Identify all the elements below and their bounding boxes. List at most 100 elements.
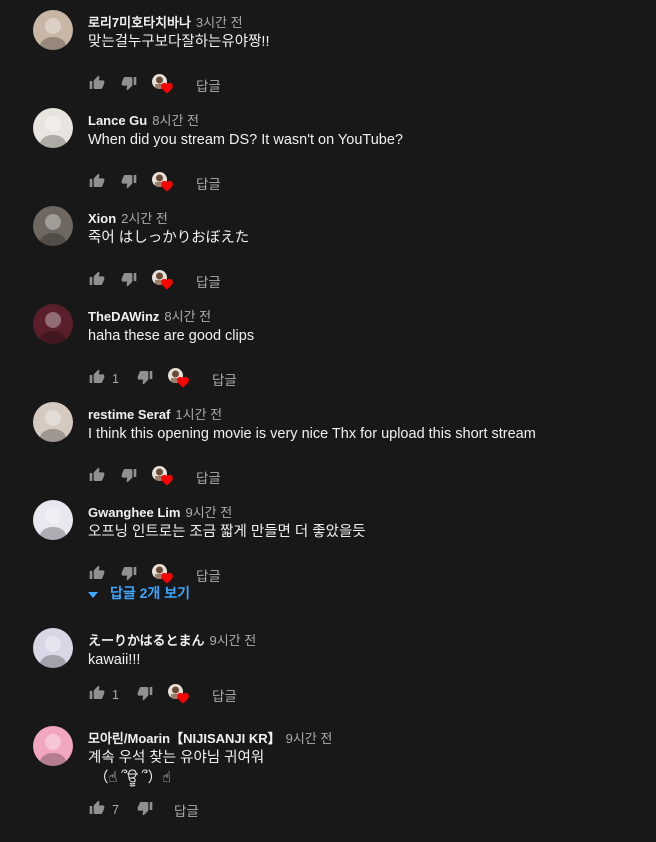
thumb-down-icon <box>121 467 137 488</box>
reply-button[interactable]: 답글 <box>196 271 221 291</box>
like-button[interactable] <box>88 565 106 584</box>
author-avatar[interactable] <box>33 10 73 50</box>
comment-text-line: （☝︎ ՞ਊ ՞）☝︎ <box>94 770 171 786</box>
thumb-up-icon <box>89 271 105 292</box>
like-button[interactable] <box>88 75 106 96</box>
author-avatar[interactable] <box>33 628 73 668</box>
comment-text-line: 오프닝 인트로는 조금 짧게 만들면 더 좋았을듯 <box>88 524 366 540</box>
like-button[interactable] <box>88 173 106 194</box>
comment-timestamp[interactable]: 8시간 전 <box>164 309 211 324</box>
thumb-up-icon <box>89 173 105 194</box>
comment-item: Xion 2시간 전죽어 はしっかりおぼえた 답글 <box>0 206 656 302</box>
like-button[interactable] <box>88 685 106 706</box>
comment-actions: 답글 <box>88 171 221 195</box>
comment-text-line: 계속 우석 찾는 유야님 귀여워 <box>88 750 265 766</box>
like-button[interactable] <box>88 271 106 292</box>
reply-button[interactable]: 답글 <box>196 467 221 487</box>
author-avatar[interactable] <box>33 500 73 540</box>
comment-header: Lance Gu 8시간 전 <box>88 110 199 129</box>
author-name[interactable]: えーりかはるとまん <box>88 633 204 648</box>
author-avatar[interactable] <box>33 206 73 246</box>
heart-icon <box>160 81 174 99</box>
dislike-button[interactable] <box>136 686 154 704</box>
comment-text: kawaii!!! <box>88 650 140 670</box>
heart-icon <box>176 375 190 393</box>
like-button[interactable] <box>88 800 106 821</box>
thumb-down-icon <box>121 75 137 96</box>
thumb-down-icon <box>121 271 137 292</box>
author-avatar[interactable] <box>33 402 73 442</box>
author-name[interactable]: 모아린/Moarin【NIJISANJI KR】 <box>88 731 281 746</box>
reply-button[interactable]: 답글 <box>196 565 221 585</box>
comment-item: 모아린/Moarin【NIJISANJI KR】 9시간 전계속 우석 찾는 유야… <box>0 726 656 822</box>
heart-icon <box>160 473 174 491</box>
comment-text: 계속 우석 찾는 유야님 귀여워 （☝︎ ՞ਊ ՞）☝︎ <box>88 748 264 788</box>
dislike-button[interactable] <box>136 370 154 388</box>
heart-icon <box>176 691 190 709</box>
like-button[interactable] <box>88 369 106 390</box>
comment-text: When did you stream DS? It wasn't on You… <box>88 130 403 150</box>
view-replies-label: 답글 2개 보기 <box>110 585 190 601</box>
comment-timestamp[interactable]: 1시간 전 <box>175 407 222 422</box>
dislike-button[interactable] <box>120 468 138 486</box>
author-name[interactable]: Gwanghee Lim <box>88 505 180 520</box>
creator-heart <box>152 172 174 194</box>
reply-button[interactable]: 답글 <box>174 800 199 820</box>
reply-button[interactable]: 답글 <box>196 75 221 95</box>
dislike-button[interactable] <box>136 801 154 819</box>
comment-text-line: kawaii!!! <box>88 652 141 668</box>
author-name[interactable]: 로리7미호타치바나 <box>88 15 191 30</box>
comment-timestamp[interactable]: 3시간 전 <box>196 15 243 30</box>
creator-heart <box>152 74 174 96</box>
comment-list: 로리7미호타치바나 3시간 전맞는걸누구보다잘하는유야짱!! 답글 Lance Gu 8… <box>0 0 656 842</box>
comment-timestamp[interactable]: 8시간 전 <box>152 113 199 128</box>
reply-button[interactable]: 답글 <box>212 685 237 705</box>
dislike-button[interactable] <box>120 174 138 192</box>
author-name[interactable]: TheDAWinz <box>88 309 159 324</box>
like-button[interactable] <box>88 467 106 488</box>
thumb-down-icon <box>137 685 153 706</box>
author-name[interactable]: Lance Gu <box>88 113 147 128</box>
comment-text: 오프닝 인트로는 조금 짧게 만들면 더 좋았을듯 <box>88 522 366 542</box>
comment-timestamp[interactable]: 9시간 전 <box>286 731 333 746</box>
chevron-down-icon <box>88 585 98 601</box>
comment-actions: 1 답글 <box>88 683 237 707</box>
like-count: 7 <box>112 803 119 817</box>
dislike-button[interactable] <box>120 76 138 94</box>
comment-header: えーりかはるとまん 9시간 전 <box>88 630 256 649</box>
comment-text: 죽어 はしっかりおぼえた <box>88 228 249 248</box>
thumb-up-icon <box>89 75 105 96</box>
dislike-button[interactable] <box>120 566 138 584</box>
comment-text: 맞는걸누구보다잘하는유야짱!! <box>88 32 269 52</box>
comment-actions: 답글 <box>88 465 221 489</box>
author-avatar[interactable] <box>33 108 73 148</box>
reply-button[interactable]: 답글 <box>196 173 221 193</box>
comment-header: 로리7미호타치바나 3시간 전 <box>88 12 243 31</box>
author-name[interactable]: restime Seraf <box>88 407 170 422</box>
thumb-up-icon <box>89 685 105 706</box>
reply-button[interactable]: 답글 <box>212 369 237 389</box>
comment-actions: 7 답글 <box>88 798 199 822</box>
author-name[interactable]: Xion <box>88 211 116 226</box>
heart-icon <box>160 277 174 295</box>
comment-text: haha these are good clips <box>88 326 254 346</box>
comment-text-line: When did you stream DS? It wasn't on You… <box>88 132 403 148</box>
comment-actions: 답글 <box>88 73 221 97</box>
comment-item: Gwanghee Lim 9시간 전오프닝 인트로는 조금 짧게 만들면 더 좋았… <box>0 500 656 596</box>
comment-timestamp[interactable]: 2시간 전 <box>121 211 168 226</box>
comment-header: Gwanghee Lim 9시간 전 <box>88 502 232 521</box>
dislike-button[interactable] <box>120 272 138 290</box>
thumb-up-icon <box>89 369 105 390</box>
comment-timestamp[interactable]: 9시간 전 <box>185 505 232 520</box>
thumb-up-icon <box>89 467 105 488</box>
thumb-up-icon <box>89 800 105 821</box>
comment-text: I think this opening movie is very nice … <box>88 424 536 444</box>
heart-icon <box>160 179 174 197</box>
comment-timestamp[interactable]: 9시간 전 <box>209 633 256 648</box>
comment-item: restime Seraf 1시간 전 I think this opening m… <box>0 402 656 498</box>
author-avatar[interactable] <box>33 304 73 344</box>
author-avatar[interactable] <box>33 726 73 766</box>
creator-heart <box>152 270 174 292</box>
comment-item: えーりかはるとまん 9시간 전 kawaii!!! 1 답글 <box>0 628 656 724</box>
view-replies-button[interactable]: 답글 2개 보기 <box>88 583 190 603</box>
